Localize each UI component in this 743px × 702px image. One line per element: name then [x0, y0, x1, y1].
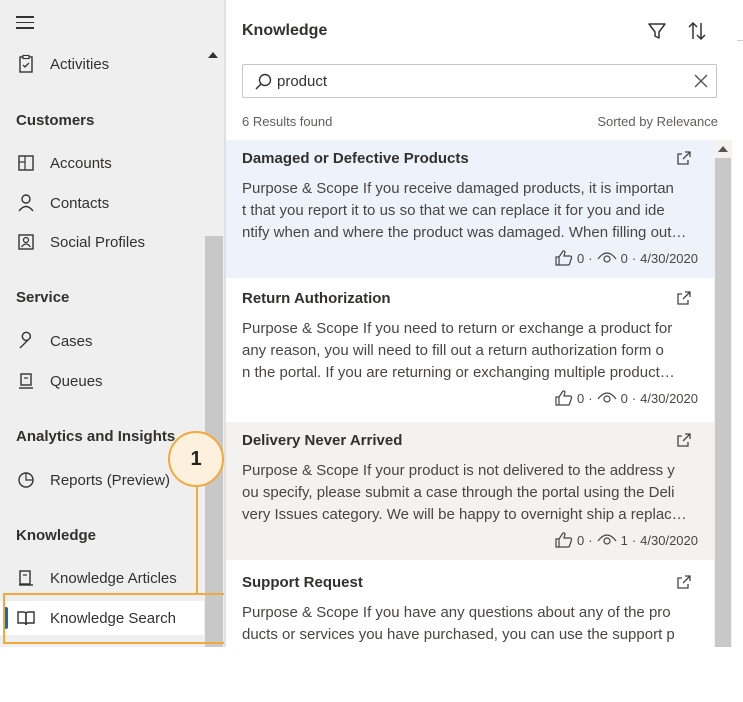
- result-card[interactable]: Damaged or Defective Products Purpose & …: [226, 140, 714, 278]
- views-count: 1: [620, 532, 628, 548]
- separator: ·: [588, 532, 593, 548]
- result-date: 4/30/2020: [640, 532, 698, 548]
- open-external-icon[interactable]: [676, 290, 692, 306]
- results-scrollbar-thumb[interactable]: [715, 158, 731, 647]
- results-scroll-up-icon[interactable]: [718, 146, 728, 152]
- thumbs-up-icon[interactable]: [555, 250, 573, 266]
- nav-item-social-profiles[interactable]: Social Profiles: [0, 225, 204, 259]
- nav-item-label: Queues: [50, 372, 103, 390]
- nav-group-customers: Customers: [16, 112, 95, 129]
- result-title[interactable]: Delivery Never Arrived: [242, 432, 402, 449]
- result-snippet: Purpose & Scope If you have any question…: [242, 602, 712, 668]
- views-count: 0: [620, 250, 628, 266]
- result-title[interactable]: Return Authorization: [242, 290, 391, 307]
- thumbs-up-icon[interactable]: [555, 390, 573, 406]
- open-external-icon[interactable]: [676, 150, 692, 166]
- result-meta: 0 · 0 · 4/30/2020: [555, 250, 698, 266]
- nav-item-accounts[interactable]: Accounts: [0, 146, 204, 180]
- hamburger-menu-icon[interactable]: [16, 16, 34, 30]
- nav-item-label: Accounts: [50, 154, 112, 172]
- building-icon: [18, 155, 34, 171]
- separator: ·: [588, 250, 593, 266]
- separator: ·: [631, 250, 637, 266]
- result-card[interactable]: Delivery Never Arrived Purpose & Scope I…: [226, 422, 714, 560]
- result-card[interactable]: Support Request Purpose & Scope If you h…: [226, 564, 714, 702]
- edge-divider: [737, 40, 743, 41]
- sort-icon[interactable]: [686, 20, 708, 42]
- eye-icon: [597, 392, 617, 403]
- snippet-line: Purpose & Scope If you have any question…: [242, 604, 671, 621]
- result-title[interactable]: Damaged or Defective Products: [242, 150, 469, 167]
- result-snippet: Purpose & Scope If you need to return or…: [242, 318, 712, 384]
- person-icon: [18, 194, 34, 212]
- result-meta: 0 · 1 · 4/30/2020: [555, 532, 698, 548]
- likes-count: 0: [577, 390, 585, 406]
- queue-icon: [19, 373, 33, 389]
- knowledge-search-pane: Knowledge 6 Results found Sorted by Rele…: [226, 0, 743, 702]
- result-date: 4/30/2020: [640, 390, 698, 406]
- eye-icon: [597, 252, 617, 263]
- wrench-icon: [19, 331, 32, 349]
- nav-item-label: Activities: [50, 55, 110, 73]
- pane-title: Knowledge: [242, 22, 328, 39]
- callout-connector: [196, 487, 198, 593]
- nav-item-label: Reports (Preview): [50, 471, 171, 489]
- nav-group-service: Service: [16, 289, 70, 306]
- search-box[interactable]: [242, 64, 717, 98]
- result-meta: 0 · 0 · 4/30/2020: [555, 390, 698, 406]
- snippet-line: n the portal. If you are returning or ex…: [242, 364, 675, 381]
- snippet-line: ou specify, please submit a case through…: [242, 484, 675, 501]
- nav-group-analytics: Analytics and Insights: [16, 428, 176, 445]
- result-snippet: Purpose & Scope If you receive damaged p…: [242, 178, 712, 244]
- clear-search-icon[interactable]: [693, 73, 709, 89]
- nav-item-cases[interactable]: Cases: [0, 324, 204, 358]
- nav-item-queues[interactable]: Queues: [0, 364, 204, 398]
- separator: ·: [588, 390, 593, 406]
- open-external-icon[interactable]: [676, 432, 692, 448]
- report-chart-icon: [18, 472, 34, 488]
- snippet-line: ducts or services you have purchased, yo…: [242, 626, 675, 643]
- nav-item-knowledge-articles[interactable]: Knowledge Articles: [0, 561, 204, 595]
- results-count: 6 Results found: [242, 114, 333, 129]
- snippet-line: t that you report it to us so that we ca…: [242, 202, 665, 219]
- separator: ·: [631, 390, 637, 406]
- nav-item-label: Contacts: [50, 194, 110, 212]
- separator: ·: [631, 532, 637, 548]
- profile-card-icon: [18, 234, 34, 250]
- result-date: 4/30/2020: [640, 250, 698, 266]
- snippet-line: ntify when and where the product was dam…: [242, 224, 687, 241]
- result-title[interactable]: Support Request: [242, 574, 363, 591]
- eye-icon: [597, 534, 617, 545]
- snippet-line: any reason, you will need to fill out a …: [242, 342, 664, 359]
- snippet-line: Purpose & Scope If you receive damaged p…: [242, 180, 674, 197]
- snippet-line: very Issues category. We will be happy t…: [242, 506, 687, 523]
- thumbs-up-icon[interactable]: [555, 532, 573, 548]
- nav-scroll-up-icon[interactable]: [208, 52, 218, 58]
- open-external-icon[interactable]: [676, 574, 692, 590]
- nav-item-contacts[interactable]: Contacts: [0, 186, 204, 220]
- callout-number: 1: [168, 431, 224, 487]
- nav-group-knowledge: Knowledge: [16, 527, 97, 544]
- snippet-line: Purpose & Scope If you need to return or…: [242, 320, 673, 337]
- search-icon: [255, 73, 272, 90]
- views-count: 0: [620, 390, 628, 406]
- nav-item-label: Knowledge Articles: [50, 569, 177, 587]
- sorted-by-label: Sorted by Relevance: [597, 114, 718, 129]
- nav-item-activities[interactable]: Activities: [0, 47, 204, 81]
- clipboard-icon: [19, 54, 33, 73]
- likes-count: 0: [577, 532, 585, 548]
- search-input[interactable]: [277, 71, 677, 91]
- likes-count: 0: [577, 250, 585, 266]
- article-icon: [19, 570, 33, 586]
- nav-item-label: Social Profiles: [50, 233, 146, 251]
- site-map-nav: Activities Customers Accounts Contacts S…: [0, 0, 224, 647]
- nav-item-label: Cases: [50, 332, 93, 350]
- snippet-line: Purpose & Scope If your product is not d…: [242, 462, 675, 479]
- filter-icon[interactable]: [646, 20, 668, 42]
- result-card[interactable]: Return Authorization Purpose & Scope If …: [226, 280, 714, 418]
- callout-highlight-box: [3, 593, 239, 644]
- result-snippet: Purpose & Scope If your product is not d…: [242, 460, 712, 526]
